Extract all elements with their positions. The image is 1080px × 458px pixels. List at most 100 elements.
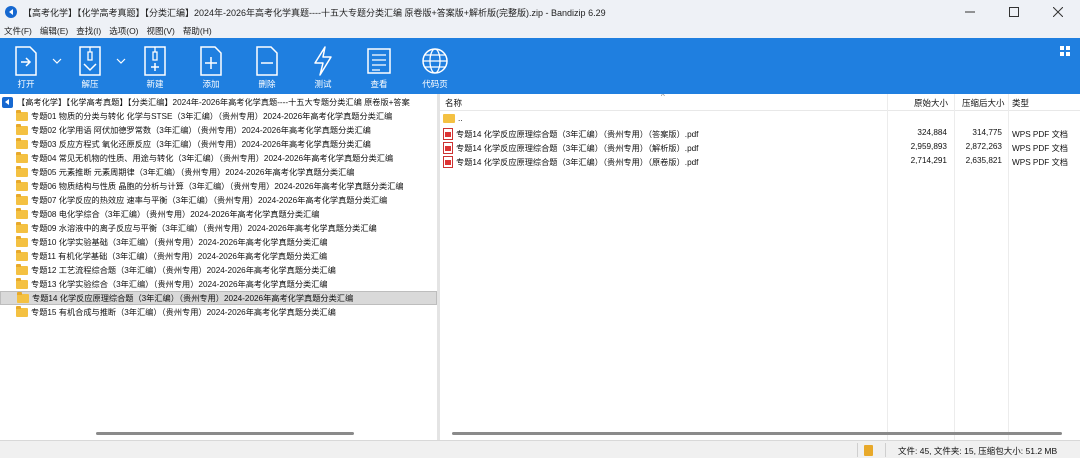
parent-folder-label: .. bbox=[458, 114, 463, 123]
maximize-button[interactable] bbox=[992, 0, 1036, 24]
tree-item-label: 专题11 有机化学基础（3年汇编）（贵州专用）2024-2026年高考化学真题分… bbox=[31, 252, 328, 261]
app-icon bbox=[5, 6, 17, 18]
layout-grid-icon[interactable] bbox=[1060, 46, 1070, 56]
close-icon bbox=[1053, 7, 1063, 17]
codepage-label: 代码页 bbox=[422, 79, 448, 89]
file-type: WPS PDF 文档 bbox=[1012, 144, 1068, 153]
column-original-size[interactable]: 原始大小 bbox=[914, 97, 948, 109]
new-button[interactable]: 新建 bbox=[130, 42, 180, 92]
tree-item-label: 专题09 水溶液中的离子反应与平衡（3年汇编）（贵州专用）2024-2026年高… bbox=[31, 224, 377, 233]
tree-item[interactable]: 专题09 水溶液中的离子反应与平衡（3年汇编）（贵州专用）2024-2026年高… bbox=[0, 221, 437, 235]
view-icon bbox=[367, 48, 391, 74]
menu-file[interactable]: 文件(F) bbox=[4, 25, 32, 37]
minimize-icon bbox=[965, 11, 975, 13]
open-dropdown-icon[interactable] bbox=[52, 56, 62, 66]
tree-item-label: 专题03 反应方程式 氧化还原反应（3年汇编）（贵州专用）2024-2026年高… bbox=[31, 140, 371, 149]
folder-tree[interactable]: 【高考化学】【化学高考真题】【分类汇编】2024年-2026年高考化学真题---… bbox=[0, 94, 437, 440]
view-button[interactable]: 查看 bbox=[354, 42, 404, 92]
list-horizontal-scrollbar[interactable] bbox=[452, 432, 1062, 435]
delete-button[interactable]: 删除 bbox=[242, 42, 292, 92]
new-icon bbox=[144, 46, 166, 76]
column-name[interactable]: 名称 bbox=[445, 97, 462, 109]
file-row[interactable]: 专题14 化学反应原理综合题（3年汇编）（贵州专用）（原卷版）.pdf 2,714… bbox=[440, 155, 1080, 169]
add-label: 添加 bbox=[202, 79, 220, 89]
folder-icon bbox=[16, 277, 28, 289]
status-divider bbox=[885, 443, 886, 457]
file-list[interactable]: ^ 名称 原始大小 压缩后大小 类型 .. 专题14 化学反应原理综合题（3年汇… bbox=[440, 94, 1080, 440]
title-bar: 【高考化学】【化学高考真题】【分类汇编】2024年-2026年高考化学真题---… bbox=[0, 0, 1080, 24]
parent-folder-row[interactable]: .. bbox=[440, 113, 1080, 127]
add-button[interactable]: 添加 bbox=[186, 42, 236, 92]
column-header: ^ 名称 原始大小 压缩后大小 类型 bbox=[440, 94, 1080, 111]
menu-view[interactable]: 视图(V) bbox=[147, 25, 175, 37]
file-original-size: 324,884 bbox=[917, 128, 947, 137]
file-original-size: 2,714,291 bbox=[910, 156, 947, 165]
file-row[interactable]: 专题14 化学反应原理综合题（3年汇编）（贵州专用）（解析版）.pdf 2,959… bbox=[440, 141, 1080, 155]
test-icon bbox=[314, 46, 332, 76]
file-compressed-size: 2,872,263 bbox=[965, 142, 1002, 151]
file-row[interactable]: 专题14 化学反应原理综合题（3年汇编）（贵州专用）（答案版）.pdf 324,8… bbox=[440, 127, 1080, 141]
extract-icon bbox=[79, 46, 101, 76]
file-type: WPS PDF 文档 bbox=[1012, 130, 1068, 139]
menu-edit[interactable]: 编辑(E) bbox=[40, 25, 68, 37]
folder-icon bbox=[16, 207, 28, 219]
tree-item[interactable]: 专题01 物质的分类与转化 化学与STSE（3年汇编）（贵州专用）2024-20… bbox=[0, 109, 437, 123]
file-name: 专题14 化学反应原理综合题（3年汇编）（贵州专用）（答案版）.pdf bbox=[456, 130, 699, 139]
close-button[interactable] bbox=[1036, 0, 1080, 24]
tree-item-label: 专题05 元素推断 元素周期律（3年汇编）（贵州专用）2024-2026年高考化… bbox=[31, 168, 355, 177]
column-compressed-size[interactable]: 压缩后大小 bbox=[962, 97, 1005, 109]
tree-item-label: 专题04 常见无机物的性质、用途与转化（3年汇编）（贵州专用）2024-2026… bbox=[31, 154, 394, 163]
menu-bar: 文件(F) 编辑(E) 查找(I) 选项(O) 视图(V) 帮助(H) bbox=[0, 24, 1080, 38]
file-name: 专题14 化学反应原理综合题（3年汇编）（贵州专用）（解析版）.pdf bbox=[456, 144, 699, 153]
tree-item[interactable]: 专题06 物质结构与性质 晶胞的分析与计算（3年汇编）（贵州专用）2024-20… bbox=[0, 179, 437, 193]
folder-icon bbox=[16, 235, 28, 247]
tree-item[interactable]: 专题02 化学用语 阿伏加德罗常数（3年汇编）（贵州专用）2024-2026年高… bbox=[0, 123, 437, 137]
folder-icon bbox=[16, 123, 28, 135]
test-button[interactable]: 测试 bbox=[298, 42, 348, 92]
status-text: 文件: 45, 文件夹: 15, 压缩包大小: 51.2 MB bbox=[898, 446, 1058, 456]
tree-horizontal-scrollbar[interactable] bbox=[96, 432, 354, 435]
column-type[interactable]: 类型 bbox=[1012, 97, 1029, 109]
codepage-button[interactable]: 代码页 bbox=[410, 42, 460, 92]
folder-icon bbox=[16, 137, 28, 149]
maximize-icon bbox=[1009, 7, 1019, 17]
tree-item[interactable]: 专题05 元素推断 元素周期律（3年汇编）（贵州专用）2024-2026年高考化… bbox=[0, 165, 437, 179]
menu-help[interactable]: 帮助(H) bbox=[183, 25, 212, 37]
tree-item[interactable]: 专题08 电化学综合（3年汇编）（贵州专用）2024-2026年高考化学真题分类… bbox=[0, 207, 437, 221]
file-compressed-size: 314,775 bbox=[972, 128, 1002, 137]
tree-item[interactable]: 专题14 化学反应原理综合题（3年汇编）（贵州专用）2024-2026年高考化学… bbox=[0, 291, 437, 305]
add-icon bbox=[200, 46, 222, 76]
tree-item[interactable]: 专题11 有机化学基础（3年汇编）（贵州专用）2024-2026年高考化学真题分… bbox=[0, 249, 437, 263]
file-type: WPS PDF 文档 bbox=[1012, 158, 1068, 167]
extract-dropdown-icon[interactable] bbox=[116, 56, 126, 66]
tree-item[interactable]: 专题10 化学实验基础（3年汇编）（贵州专用）2024-2026年高考化学真题分… bbox=[0, 235, 437, 249]
tree-item-label: 专题06 物质结构与性质 晶胞的分析与计算（3年汇编）（贵州专用）2024-20… bbox=[31, 182, 404, 191]
window-title: 【高考化学】【化学高考真题】【分类汇编】2024年-2026年高考化学真题---… bbox=[23, 7, 606, 18]
new-label: 新建 bbox=[146, 79, 164, 89]
tree-item[interactable]: 专题15 有机合成与推断（3年汇编）（贵州专用）2024-2026年高考化学真题… bbox=[0, 305, 437, 319]
extract-label: 解压 bbox=[81, 79, 99, 89]
menu-find[interactable]: 查找(I) bbox=[76, 25, 101, 37]
toolbar: 打开 解压 新建 添加 删除 测试 查看 代码页 bbox=[0, 38, 1080, 94]
tree-item-label: 专题13 化学实验综合（3年汇编）（贵州专用）2024-2026年高考化学真题分… bbox=[31, 280, 328, 289]
delete-label: 删除 bbox=[258, 79, 276, 89]
open-button[interactable]: 打开 bbox=[1, 42, 51, 92]
file-original-size: 2,959,893 bbox=[910, 142, 947, 151]
open-label: 打开 bbox=[17, 79, 35, 89]
pdf-icon bbox=[443, 142, 453, 154]
tree-item[interactable]: 专题04 常见无机物的性质、用途与转化（3年汇编）（贵州专用）2024-2026… bbox=[0, 151, 437, 165]
folder-icon bbox=[17, 291, 29, 303]
tree-root-label: 【高考化学】【化学高考真题】【分类汇编】2024年-2026年高考化学真题---… bbox=[17, 98, 410, 107]
tree-item[interactable]: 专题12 工艺流程综合题（3年汇编）（贵州专用）2024-2026年高考化学真题… bbox=[0, 263, 437, 277]
minimize-button[interactable] bbox=[948, 0, 992, 24]
tree-item[interactable]: 专题07 化学反应的热效应 速率与平衡（3年汇编）（贵州专用）2024-2026… bbox=[0, 193, 437, 207]
tree-item-label: 专题14 化学反应原理综合题（3年汇编）（贵州专用）2024-2026年高考化学… bbox=[32, 294, 354, 303]
menu-options[interactable]: 选项(O) bbox=[109, 25, 138, 37]
tree-item[interactable]: 专题03 反应方程式 氧化还原反应（3年汇编）（贵州专用）2024-2026年高… bbox=[0, 137, 437, 151]
tree-root[interactable]: 【高考化学】【化学高考真题】【分类汇编】2024年-2026年高考化学真题---… bbox=[2, 96, 410, 108]
window-controls bbox=[948, 0, 1080, 24]
archive-icon bbox=[2, 96, 13, 108]
extract-button[interactable]: 解压 bbox=[65, 42, 115, 92]
tree-item[interactable]: 专题13 化学实验综合（3年汇编）（贵州专用）2024-2026年高考化学真题分… bbox=[0, 277, 437, 291]
test-label: 测试 bbox=[314, 79, 332, 89]
